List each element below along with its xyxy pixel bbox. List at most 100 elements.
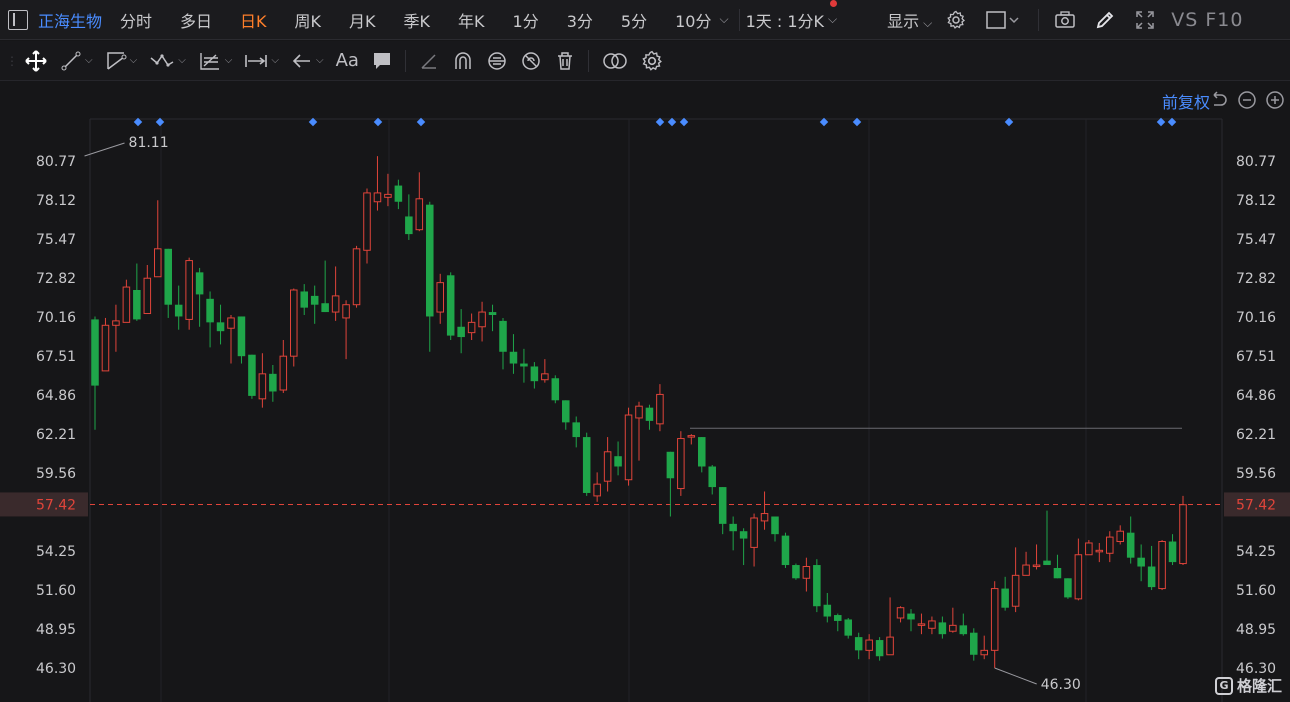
candle-body-down [1053,567,1062,579]
ruler-icon [421,53,436,69]
candle-body-up [624,414,633,481]
chart-area[interactable]: 80.77 80.77 78.12 78.12 75.47 75.47 72.82 72.82… [0,81,1290,702]
y-tick-label-left: 67.51 [36,349,76,365]
low-annotation-label: 46.30 [1041,677,1081,693]
candle-body-down [237,316,246,357]
candle-body-up [1022,564,1030,576]
eye-off-icon [522,51,540,70]
period-tab-monthly[interactable]: 月K [335,8,390,32]
arrow-tool[interactable]: ⌵ [291,50,324,72]
period-tab-multiday[interactable]: 多日 [166,8,226,32]
period-tab-yearly[interactable]: 年K [444,8,499,32]
period-tab-daily[interactable]: 日K [226,8,281,32]
layout-square-icon[interactable] [984,8,1024,32]
y-tick-label-left: 62.21 [36,427,76,443]
candle-body-down [195,272,204,295]
candle-body-up [1074,554,1083,600]
chart-controls [1208,89,1286,111]
low-annotation-leader [994,667,1037,685]
magnet-icon [455,51,471,69]
period-tab-10min[interactable]: 10分 [661,8,715,32]
display-menu[interactable]: 显示 ⌵ [887,8,936,32]
stock-name[interactable]: 正海生物 [38,8,102,32]
candle-body-down [1126,532,1135,558]
notification-dot [830,0,838,7]
high-annotation-label: 81.11 [129,135,169,151]
candle-body-down [907,613,915,620]
hide-drawings-tool[interactable] [520,50,542,72]
candle-body-down [1137,557,1145,567]
measure-tool[interactable]: ⌵ [244,50,279,72]
candle-body-down [698,437,706,467]
range-measure-icon [245,54,268,67]
candle-body-up [1085,542,1093,556]
channel-tool[interactable]: ⌵ [105,50,138,72]
move-tool[interactable] [24,49,48,73]
chevron-down-icon: ⌵ [85,55,93,66]
high-annotation-leader [84,142,125,157]
candle-body-up [886,636,894,656]
period-tab-1min[interactable]: 1分 [499,8,553,32]
compare-tool[interactable] [601,50,629,72]
drag-handle-icon[interactable]: ⋮ [6,54,18,68]
candle-body-down [310,295,319,305]
y-tick-label-left: 51.60 [36,583,76,599]
candle-body-down [530,366,539,382]
fibonacci-tool[interactable]: ⌵ [198,50,232,72]
delete-tool[interactable] [554,50,576,72]
period-tab-5min[interactable]: 5分 [607,8,661,32]
zoom-out-icon[interactable] [1236,89,1258,111]
candle-body-down [582,437,591,493]
line-tool[interactable]: ⌵ [60,50,93,72]
candlestick-chart[interactable]: 80.77 80.77 78.12 78.12 75.47 75.47 72.82 72.82… [0,81,1290,702]
y-tick-label-right: 80.77 [1236,154,1276,170]
undo-icon[interactable] [1208,89,1230,111]
candle-body-down [499,320,507,352]
chevron-down-icon: ⌵ [271,55,279,66]
candle-body-down [551,378,560,401]
note-tool[interactable] [371,50,393,72]
chevron-down-icon: ⌵ [129,55,138,66]
gear-icon[interactable] [944,8,968,32]
interval-selector[interactable]: 1天 : 1分K ⌵ [746,0,842,32]
toolbar-settings[interactable] [641,50,663,72]
channel-icon [106,51,127,70]
period-tab-intraday[interactable]: 分时 [116,8,166,32]
candle-body-down [854,637,863,651]
y-tick-label-right: 72.82 [1236,271,1276,287]
candle-body-down [771,516,779,535]
period-tab-3min[interactable]: 3分 [553,8,607,32]
candle-body-down [666,451,675,479]
display-label: 显示 [887,11,920,31]
pencil-icon[interactable] [1093,8,1117,32]
candle-body-up [384,193,392,198]
text-tool[interactable]: Aa [336,50,359,71]
candle-body-down [509,351,518,364]
magnet-tool[interactable] [452,50,474,72]
camera-icon[interactable] [1053,8,1077,32]
y-tick-label-right: 78.12 [1236,193,1276,209]
candle-body-down [970,632,978,655]
y-tick-label-left: 64.86 [36,388,76,404]
y-tick-label-right: 67.51 [1236,349,1276,365]
wave-tool[interactable]: ⌵ [149,50,186,72]
zoom-in-icon[interactable] [1264,89,1286,111]
vs-f10-button[interactable]: VS F10 [1171,9,1243,31]
period-tab-quarterly[interactable]: 季K [390,8,445,32]
candle-body-up [980,649,988,656]
more-periods-chevron-icon[interactable]: ⌵ [715,12,732,27]
eraser-line-tool[interactable] [418,50,440,72]
candle-body-up [478,311,486,328]
fibonacci-icon [200,52,219,70]
y-tick-label-left: 70.16 [36,310,76,326]
y-tick-label-right: 64.86 [1236,388,1276,404]
price-adjust-toggle[interactable]: 前复权 [1162,89,1210,113]
period-tab-weekly[interactable]: 周K [281,8,336,32]
y-tick-label-left: 75.47 [36,232,76,248]
wave-pattern-icon [150,53,174,67]
candle-body-down [792,565,800,579]
panel-toggle-icon[interactable] [8,9,28,30]
fullscreen-icon[interactable] [1133,8,1157,32]
candle-body-down [405,216,413,235]
link-tool[interactable] [486,50,508,72]
